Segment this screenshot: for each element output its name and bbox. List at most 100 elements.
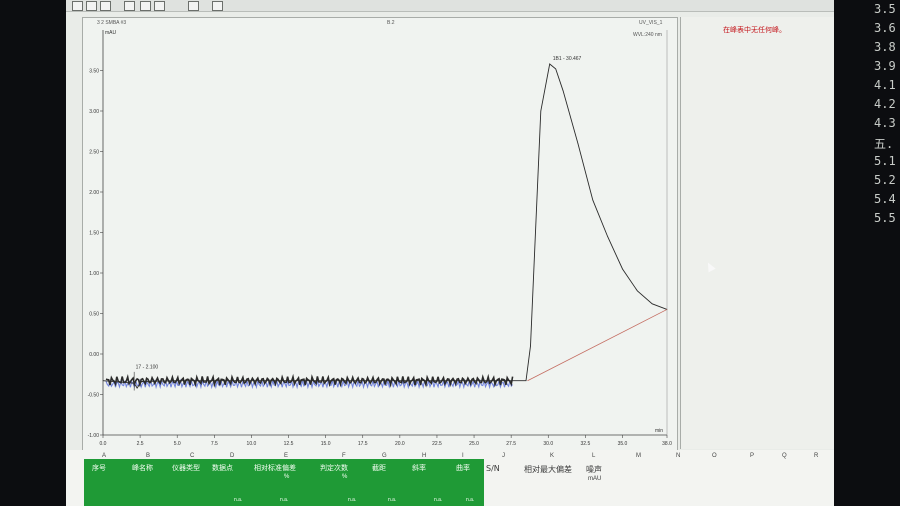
- x-tick-label: 22.5: [432, 441, 442, 447]
- column-letter[interactable]: L: [592, 453, 595, 459]
- data-point: [136, 387, 138, 389]
- background-text-line: 3.5: [874, 2, 896, 16]
- x-tick-label: 5.0: [174, 441, 181, 447]
- x-axis-unit: min: [655, 428, 663, 434]
- header-curvature[interactable]: 曲率: [456, 463, 470, 473]
- y-tick-label: 1.00: [89, 271, 99, 277]
- save-icon[interactable]: [100, 1, 111, 11]
- header-peak-name[interactable]: 峰名称: [132, 463, 153, 473]
- y-axis-unit: mAU: [105, 30, 117, 36]
- data-point: [592, 199, 594, 201]
- x-tick-label: 7.5: [211, 441, 218, 447]
- table-icon[interactable]: [140, 1, 151, 11]
- data-point: [651, 303, 653, 305]
- column-letter[interactable]: G: [382, 453, 387, 459]
- x-tick-label: 17.5: [358, 441, 368, 447]
- x-tick-label: 30.0: [543, 441, 553, 447]
- data-point: [562, 90, 564, 92]
- column-letter[interactable]: M: [636, 453, 641, 459]
- data-point: [176, 380, 178, 382]
- y-tick-label: 2.00: [89, 190, 99, 196]
- data-point: [141, 381, 142, 382]
- header-noise[interactable]: 噪声: [586, 464, 602, 475]
- background-text-line: 五.: [874, 137, 894, 151]
- column-letter[interactable]: C: [190, 453, 194, 459]
- no-peaks-message: 在峰表中无任何峰。: [723, 26, 786, 34]
- y-tick-label: 1.50: [89, 231, 99, 237]
- data-point: [549, 63, 550, 65]
- grid-icon[interactable]: [154, 1, 165, 11]
- background-text-line: 3.6: [874, 21, 896, 35]
- peak-label-1: 17 - 2.100: [136, 365, 159, 371]
- application-window: 3 2 SMBA #3 B.2 UV_VIS_1 WVL:240 nm 0.0 2…: [66, 0, 834, 506]
- data-point: [577, 143, 579, 144]
- x-tick-label: 20.0: [395, 441, 405, 447]
- column-letter[interactable]: E: [284, 453, 288, 459]
- column-letter[interactable]: K: [550, 453, 554, 459]
- cell-value: n.a.: [434, 497, 443, 503]
- column-letter[interactable]: Q: [782, 453, 787, 459]
- cell-value: n.a.: [388, 497, 397, 503]
- x-tick-label: 12.5: [284, 441, 294, 447]
- header-noise-unit: mAU: [588, 476, 602, 482]
- column-letter[interactable]: H: [422, 453, 426, 459]
- peak-label-2: 1B1 - 30.467: [553, 56, 582, 62]
- y-tick-label: 0.50: [89, 312, 99, 318]
- series-line: [102, 63, 668, 389]
- integration-baseline: [527, 309, 668, 382]
- cell-value: n.a.: [348, 497, 357, 503]
- header-count-unit: %: [342, 474, 348, 480]
- help-icon[interactable]: [212, 1, 223, 11]
- header-instrument-type[interactable]: 仪器类型: [172, 463, 200, 473]
- column-letter[interactable]: F: [342, 453, 346, 459]
- column-letter[interactable]: J: [502, 453, 505, 459]
- header-data-points[interactable]: 数据点: [212, 463, 233, 473]
- chromatogram-panel[interactable]: 3 2 SMBA #3 B.2 UV_VIS_1 WVL:240 nm 0.0 2…: [82, 17, 678, 451]
- print-icon[interactable]: [124, 1, 135, 11]
- toolbar: [66, 0, 834, 12]
- open-icon[interactable]: [86, 1, 97, 11]
- column-letter[interactable]: A: [102, 453, 106, 459]
- x-tick-label: 27.5: [506, 441, 516, 447]
- x-tick-label: 10.0: [247, 441, 257, 447]
- peak-report-panel[interactable]: 在峰表中无任何峰。: [680, 17, 834, 449]
- header-index[interactable]: 序号: [92, 463, 106, 473]
- y-tick-label: 3.00: [89, 109, 99, 115]
- column-letter[interactable]: B: [146, 453, 150, 459]
- column-letter[interactable]: N: [676, 453, 680, 459]
- new-icon[interactable]: [72, 1, 83, 11]
- data-point: [473, 380, 475, 382]
- header-intercept[interactable]: 截距: [372, 463, 386, 473]
- column-letter[interactable]: D: [230, 453, 234, 459]
- header-rsd[interactable]: 相对标准偏差: [254, 463, 296, 473]
- data-point: [525, 380, 527, 382]
- chromatogram-plot: 0.0 2.5 5.0 7.5 10.0 12.5 15.0 17.5 20.0 22.5 25.0…: [88, 30, 672, 447]
- column-letter[interactable]: R: [814, 453, 818, 459]
- background-text-line: 5.5: [874, 211, 896, 225]
- background-text-line: 4.3: [874, 116, 896, 130]
- data-point: [251, 380, 252, 382]
- column-letter[interactable]: O: [712, 453, 717, 459]
- background-text-line: 4.2: [874, 97, 896, 111]
- header-slope[interactable]: 斜率: [412, 463, 426, 473]
- data-point: [399, 380, 401, 382]
- x-tick-label: 2.5: [137, 441, 144, 447]
- y-tick-label: 3.50: [89, 69, 99, 75]
- header-sn[interactable]: S/N: [486, 464, 500, 473]
- column-letter[interactable]: I: [462, 453, 464, 459]
- header-count[interactable]: 判定次数: [320, 463, 348, 473]
- zoom-icon[interactable]: [188, 1, 199, 11]
- background-text-line: 4.1: [874, 78, 896, 92]
- background-text-line: 5.4: [874, 192, 896, 206]
- data-point: [102, 380, 104, 382]
- data-point: [530, 345, 531, 347]
- data-point: [622, 268, 623, 270]
- cell-value: n.a.: [466, 497, 475, 503]
- cell-value: n.a.: [280, 497, 289, 503]
- background-text-line: 5.1: [874, 154, 896, 168]
- x-tick-label: 35.0: [618, 441, 628, 447]
- column-letter[interactable]: P: [750, 453, 754, 459]
- background-text-line: 3.9: [874, 59, 896, 73]
- header-max-deviation[interactable]: 相对最大偏差: [524, 464, 572, 475]
- background-text-line: 3.8: [874, 40, 896, 54]
